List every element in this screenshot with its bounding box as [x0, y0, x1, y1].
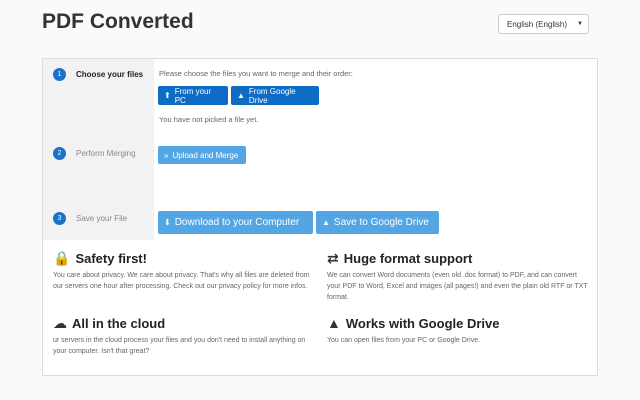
cloud-icon: ☁ [53, 315, 67, 331]
google-drive-icon: ▲ [237, 91, 245, 100]
feature-title-text: All in the cloud [72, 316, 166, 331]
save-drive-label: Save to Google Drive [333, 217, 429, 228]
from-pc-button[interactable]: ⬆ From your PC [158, 86, 228, 105]
lock-icon: 🔒 [53, 250, 71, 266]
feature-text-drive: You can open files from your PC or Googl… [327, 337, 481, 344]
file-status: You have not picked a file yet. [159, 115, 259, 124]
feature-title-text: Huge format support [343, 251, 473, 266]
google-drive-icon: ▲ [327, 315, 341, 331]
from-drive-button[interactable]: ▲ From Google Drive [231, 86, 319, 105]
converter-card: 1 Choose your files 2 Perform Merging 3 … [42, 58, 598, 376]
step-label: Save your File [76, 214, 128, 223]
feature-text-cloud: ur servers in the cloud process your fil… [53, 337, 306, 355]
feature-text-safety: You care about privacy. We care about pr… [53, 272, 310, 290]
shuffle-icon: ⇄ [327, 250, 339, 266]
page-title: PDF Converted [42, 10, 194, 33]
feature-title-safety: 🔒 Safety first! [53, 250, 147, 267]
download-computer-button[interactable]: ⬇ Download to your Computer [158, 211, 313, 234]
upload-merge-button[interactable]: » Upload and Merge [158, 146, 246, 164]
from-pc-label: From your PC [174, 86, 212, 105]
language-select-value: English (English) [507, 19, 568, 29]
double-chevron-right-icon: » [164, 150, 169, 160]
step-choose-files: 1 Choose your files [53, 68, 143, 81]
google-drive-icon: ▲ [322, 218, 330, 227]
step-save-file: 3 Save your File [53, 212, 127, 225]
feature-title-cloud: ☁ All in the cloud [53, 315, 165, 332]
language-select[interactable]: English (English) ▼ [498, 14, 589, 34]
feature-title-text: Safety first! [75, 251, 147, 266]
upload-merge-label: Upload and Merge [172, 150, 239, 160]
download-icon: ⬇ [164, 218, 171, 227]
feature-title-format: ⇄ Huge format support [327, 250, 472, 267]
step-number: 2 [53, 147, 66, 160]
step-label: Perform Merging [76, 149, 136, 158]
step-number: 3 [53, 212, 66, 225]
choose-instructions: Please choose the files you want to merg… [159, 69, 353, 78]
step-perform-merging: 2 Perform Merging [53, 147, 136, 160]
step-number: 1 [53, 68, 66, 81]
upload-icon: ⬆ [164, 91, 171, 100]
download-label: Download to your Computer [174, 217, 300, 228]
feature-text-format: We can convert Word documents (even old … [327, 272, 588, 301]
feature-title-drive: ▲ Works with Google Drive [327, 315, 499, 331]
feature-title-text: Works with Google Drive [345, 315, 500, 331]
chevron-down-icon: ▼ [577, 21, 583, 27]
step-label: Choose your files [76, 70, 144, 79]
from-drive-label: From Google Drive [248, 86, 296, 105]
save-drive-button[interactable]: ▲ Save to Google Drive [316, 211, 439, 234]
